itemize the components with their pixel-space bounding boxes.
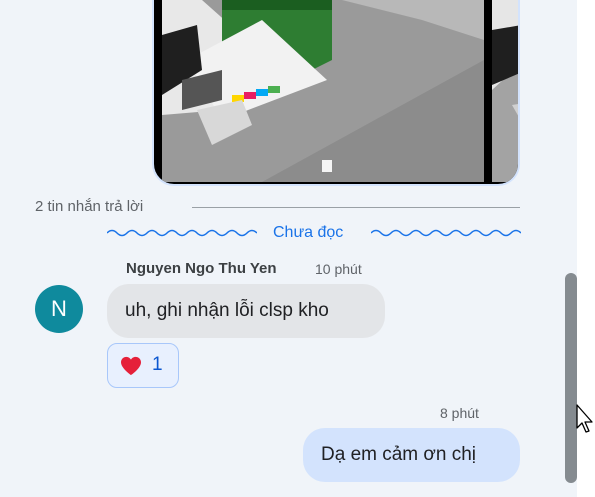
wave-line-right <box>371 229 521 237</box>
heart-icon <box>121 356 141 376</box>
outgoing-message-bubble[interactable]: Dạ em cảm ơn chị <box>303 428 520 482</box>
incoming-message-bubble[interactable]: uh, ghi nhận lỗi clsp kho <box>107 284 385 338</box>
divider <box>192 207 520 208</box>
message-time: 10 phút <box>315 261 362 277</box>
wave-line-left <box>107 229 257 237</box>
chat-pane: 2 tin nhắn trả lời Chưa đọc Nguyen Ngo T… <box>0 0 577 497</box>
image-attachment-group[interactable] <box>152 0 520 186</box>
attachment-image-2[interactable] <box>492 0 518 182</box>
reaction-count: 1 <box>152 354 163 375</box>
reply-count-label[interactable]: 2 tin nhắn trả lời <box>35 198 143 215</box>
mouse-cursor-icon <box>576 404 593 433</box>
unread-label: Chưa đọc <box>273 224 344 241</box>
sender-name[interactable]: Nguyen Ngo Thu Yen <box>126 260 277 277</box>
thread-reply-summary[interactable]: 2 tin nhắn trả lời <box>35 198 522 218</box>
message-time: 8 phút <box>440 405 479 421</box>
avatar[interactable]: N <box>35 285 83 333</box>
reaction-chip[interactable]: 1 <box>107 343 179 388</box>
unread-divider: Chưa đọc <box>107 222 521 246</box>
scrollbar-thumb[interactable] <box>565 273 577 483</box>
attachment-image-1[interactable] <box>162 0 484 182</box>
